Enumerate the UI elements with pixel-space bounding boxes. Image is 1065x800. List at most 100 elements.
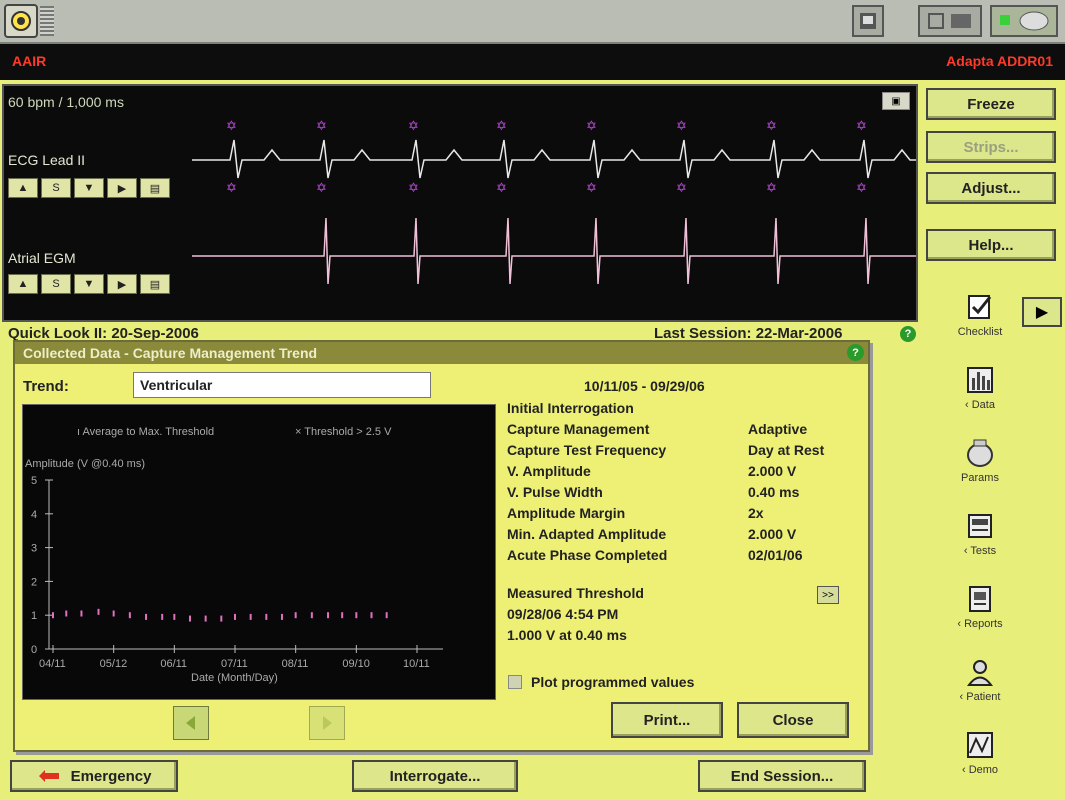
nav-tests[interactable]: ‹ Tests bbox=[940, 511, 1020, 557]
y-tick-label: 0 bbox=[31, 644, 37, 656]
interrogation-row-label: Acute Phase Completed bbox=[507, 547, 668, 563]
pace-marker-icon: ✡ bbox=[586, 118, 597, 133]
nav-params[interactable]: Params bbox=[940, 438, 1020, 484]
arrow-left-icon bbox=[186, 716, 195, 730]
interrogation-row-label: Capture Test Frequency bbox=[507, 442, 667, 458]
lead1-up-button[interactable]: ▲ bbox=[8, 178, 38, 198]
expand-icon[interactable]: ▣ bbox=[882, 92, 910, 110]
pace-marker-icon: ✡ bbox=[676, 180, 687, 195]
plot-programmed-checkbox[interactable] bbox=[508, 675, 522, 689]
legend-avg-label: ı Average to Max. Threshold bbox=[77, 426, 214, 438]
pda-icon[interactable] bbox=[852, 5, 884, 37]
patient-label-text: Patient bbox=[966, 691, 1001, 703]
dialog-help-icon[interactable]: ? bbox=[847, 344, 864, 361]
lead1-size-button[interactable]: S bbox=[41, 178, 71, 198]
measured-value: 1.000 V at 0.40 ms bbox=[507, 627, 627, 643]
legend-x-label: × Threshold > 2.5 V bbox=[295, 426, 392, 438]
end-session-button[interactable]: End Session... bbox=[698, 760, 866, 792]
pace-marker-icon: ✡ bbox=[408, 180, 419, 195]
adjust-button[interactable]: Adjust... bbox=[926, 172, 1056, 204]
programmer-logo-icon[interactable] bbox=[4, 4, 38, 38]
emergency-icon bbox=[38, 770, 59, 782]
lead2-size-button[interactable]: S bbox=[41, 274, 71, 294]
lead1-menu-button[interactable]: ▤ bbox=[140, 178, 170, 198]
y-tick-label: 2 bbox=[31, 576, 37, 588]
lead2-play-button[interactable]: ▶ bbox=[107, 274, 137, 294]
trend-chart: ı Average to Max. Threshold × Threshold >… bbox=[22, 404, 496, 700]
x-tick-label: 07/11 bbox=[221, 658, 248, 670]
pace-marker-icon: ✡ bbox=[316, 180, 327, 195]
data-icon bbox=[965, 365, 995, 395]
lead2-label: Atrial EGM bbox=[8, 250, 76, 266]
lead1-down-button[interactable]: ▼ bbox=[74, 178, 104, 198]
pace-marker-icon: ✡ bbox=[496, 118, 507, 133]
interrogate-button[interactable]: Interrogate... bbox=[352, 760, 518, 792]
pace-marker-icon: ✡ bbox=[226, 180, 237, 195]
pace-marker-icon: ✡ bbox=[856, 180, 867, 195]
trend-label: Trend: bbox=[23, 378, 69, 395]
nav-demo[interactable]: ‹ Demo bbox=[940, 730, 1020, 776]
demo-label: ‹ Demo bbox=[961, 764, 999, 776]
lead1-play-button[interactable]: ▶ bbox=[107, 178, 137, 198]
pace-marker-icon: ✡ bbox=[496, 180, 507, 195]
demo-label-text: Demo bbox=[968, 764, 999, 776]
x-tick-label: 10/11 bbox=[403, 658, 430, 670]
nav-checklist[interactable]: Checklist bbox=[940, 292, 1020, 338]
patient-label: ‹ Patient bbox=[959, 691, 1001, 703]
expand-panel-button[interactable]: ▶ bbox=[1022, 297, 1062, 327]
arrow-right-icon bbox=[323, 716, 332, 730]
y-tick-label: 5 bbox=[31, 475, 37, 487]
pace-marker-icon: ✡ bbox=[226, 118, 237, 133]
dialog-title: Collected Data - Capture Management Tren… bbox=[23, 345, 318, 361]
lead2-up-button[interactable]: ▲ bbox=[8, 274, 38, 294]
interrogation-row-label: V. Pulse Width bbox=[507, 484, 603, 500]
tests-label-text: Tests bbox=[970, 545, 997, 557]
device-status-icon[interactable] bbox=[918, 5, 982, 37]
tests-icon bbox=[965, 511, 995, 541]
print-button[interactable]: Print... bbox=[611, 702, 723, 738]
chart-prev-button[interactable] bbox=[173, 706, 209, 740]
pacing-mode[interactable]: AAIR bbox=[12, 53, 46, 69]
lead1-label: ECG Lead II bbox=[8, 152, 86, 168]
status-bar: AAIR Adapta ADDR01 bbox=[0, 44, 1065, 80]
top-toolbar bbox=[0, 0, 1065, 44]
help-button[interactable]: Help... bbox=[926, 229, 1056, 261]
nav-data[interactable]: ‹ Data bbox=[940, 365, 1020, 411]
interrogation-row-value: 0.40 ms bbox=[748, 484, 800, 500]
reports-icon bbox=[965, 584, 995, 614]
x-axis-label: Date (Month/Day) bbox=[191, 672, 278, 684]
trend-select[interactable]: Ventricular bbox=[133, 372, 431, 398]
y-tick-label: 1 bbox=[31, 610, 37, 622]
y-axis-label: Amplitude (V @0.40 ms) bbox=[25, 458, 145, 470]
interrogation-row-value: Adaptive bbox=[748, 421, 808, 437]
interrogation-row-label: V. Amplitude bbox=[507, 463, 591, 479]
y-tick-label: 4 bbox=[31, 509, 37, 521]
strips-button[interactable]: Strips... bbox=[926, 131, 1056, 163]
capture-trend-dialog: Collected Data - Capture Management Tren… bbox=[13, 340, 870, 752]
checklist-label: Checklist bbox=[957, 326, 1003, 338]
telemetry-icon[interactable] bbox=[990, 5, 1058, 37]
params-icon bbox=[965, 438, 995, 468]
freeze-button[interactable]: Freeze bbox=[926, 88, 1056, 120]
ecg-lead2-trace bbox=[192, 217, 916, 285]
interrogation-row-value: Day at Rest bbox=[748, 442, 825, 458]
demo-icon bbox=[965, 730, 995, 760]
nav-reports[interactable]: ‹ Reports bbox=[940, 584, 1020, 630]
nav-patient[interactable]: ‹ Patient bbox=[940, 657, 1020, 703]
close-button[interactable]: Close bbox=[737, 702, 849, 738]
chart-next-button[interactable] bbox=[309, 706, 345, 740]
measured-details-button[interactable]: >> bbox=[817, 586, 839, 604]
reports-label: ‹ Reports bbox=[957, 618, 1003, 630]
emergency-button[interactable]: Emergency bbox=[10, 760, 178, 792]
ecg-display: ✡ ✡ ✡ ✡ ✡ ✡ ✡ ✡ ✡ ✡ ✡ ✡ ✡ ✡ ✡ ✡ 60 bpm / 1,000 ms ▣ ECG… bbox=[2, 84, 918, 322]
lead2-menu-button[interactable]: ▤ bbox=[140, 274, 170, 294]
x-tick-label: 08/11 bbox=[282, 658, 309, 670]
initial-interrogation-title: Initial Interrogation bbox=[507, 400, 634, 416]
measured-threshold-title: Measured Threshold bbox=[507, 585, 644, 601]
lead2-down-button[interactable]: ▼ bbox=[74, 274, 104, 294]
interrogation-row-value: 2.000 V bbox=[748, 526, 797, 542]
data-label-text: Data bbox=[971, 399, 995, 411]
pace-marker-icon: ✡ bbox=[316, 118, 327, 133]
rate-label: 60 bpm / 1,000 ms bbox=[8, 94, 124, 110]
data-label: ‹ Data bbox=[965, 399, 995, 411]
